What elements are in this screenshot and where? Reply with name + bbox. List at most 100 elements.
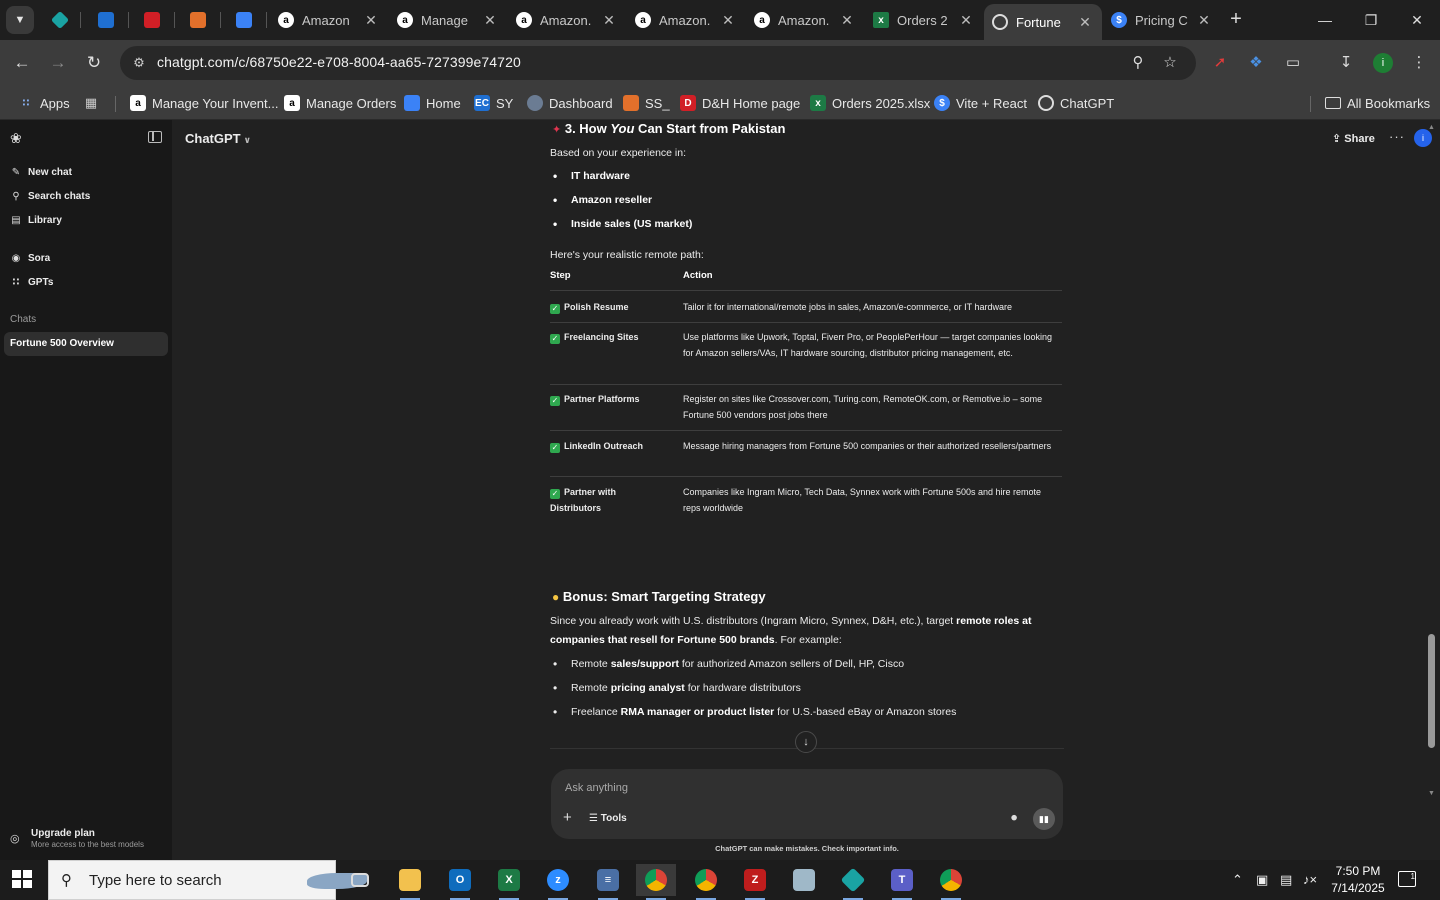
scroll-up-arrow-icon[interactable]: ▲ (1428, 124, 1435, 131)
bookmark-manage-inventory[interactable]: a Manage Your Invent... (130, 92, 278, 114)
notifications-icon[interactable]: 1 (1398, 871, 1416, 887)
tools-button[interactable]: ☰ Tools (589, 813, 627, 824)
bookmark-chatgpt[interactable]: ChatGPT (1038, 92, 1114, 114)
microphone-icon[interactable]: ⚫ (1009, 811, 1019, 825)
tab-search-chevron-icon[interactable]: ▼ (6, 6, 34, 34)
voice-mode-button[interactable]: ▮▮ (1033, 808, 1055, 830)
notes-icon[interactable] (784, 864, 824, 896)
chrome-icon[interactable] (636, 864, 676, 900)
chrome-profile-icon[interactable] (931, 864, 971, 900)
calculator-icon[interactable]: ≡ (588, 864, 628, 900)
meet-now-icon[interactable]: ▣ (1256, 872, 1268, 888)
task-view-icon[interactable] (340, 864, 380, 896)
extensions-puzzle-icon[interactable]: ▭ (1282, 52, 1304, 74)
pinned-tab-dh[interactable] (140, 8, 164, 32)
close-icon[interactable]: ✕ (719, 12, 737, 29)
bookmark-label: D&H Home page (702, 95, 801, 111)
filezilla-icon[interactable]: Z (735, 864, 775, 900)
reload-button[interactable]: ↻ (82, 51, 106, 75)
profile-avatar[interactable]: i (1373, 53, 1393, 73)
close-icon[interactable]: ✕ (481, 12, 499, 29)
bookmark-manage-orders[interactable]: a Manage Orders (284, 92, 396, 114)
teams-icon[interactable]: T (882, 864, 922, 900)
excel-icon[interactable]: X (489, 864, 529, 900)
forward-button[interactable]: → (46, 51, 70, 75)
bookmark-vite-react[interactable]: $ Vite + React (934, 92, 1027, 114)
bookmark-star-icon[interactable]: ☆ (1160, 53, 1180, 73)
chat-item-active[interactable]: Fortune 500 Overview (4, 332, 168, 356)
bookmark-home[interactable]: Home (404, 92, 461, 114)
pinned-tab-ec[interactable] (94, 8, 118, 32)
extension-blue-icon[interactable]: ❖ (1245, 52, 1267, 74)
scroll-to-bottom-button[interactable]: ↓ (795, 731, 817, 753)
close-icon[interactable]: ✕ (1076, 14, 1094, 31)
bookmark-orders-2025[interactable]: x Orders 2025.xlsx (810, 92, 930, 114)
close-icon[interactable]: ✕ (957, 12, 975, 29)
close-window-button[interactable]: ✕ (1394, 8, 1440, 32)
tab-orders[interactable]: x Orders 2 ✕ (865, 4, 983, 36)
tab-fortune-active[interactable]: Fortune ✕ (984, 4, 1102, 40)
user-avatar[interactable]: i (1414, 129, 1432, 147)
tab-amazon-2[interactable]: a Amazon. ✕ (508, 4, 626, 36)
show-hidden-icons-icon[interactable]: ⌃ (1232, 872, 1243, 888)
sidebar-item-new-chat[interactable]: ✎ New chat (10, 163, 72, 181)
bookmark-ss[interactable]: SS_ (623, 92, 670, 114)
all-bookmarks-button[interactable]: All Bookmarks (1325, 92, 1430, 114)
chrome-menu-icon[interactable]: ⋮ (1408, 52, 1430, 74)
tab-pricing[interactable]: $ Pricing C ✕ (1103, 4, 1221, 36)
close-icon[interactable]: ✕ (1195, 12, 1213, 29)
sidebar-toggle-icon[interactable] (148, 131, 162, 143)
volume-muted-icon[interactable]: ♪× (1303, 872, 1317, 887)
outlook-icon[interactable]: O (440, 864, 480, 900)
tab-manage[interactable]: a Manage ✕ (389, 4, 507, 36)
tab-amazon-1[interactable]: a Amazon ✕ (270, 4, 388, 36)
chatgpt-logo-icon[interactable]: ❀ (10, 130, 26, 146)
model-selector[interactable]: ChatGPT ∨ (185, 131, 251, 146)
share-button[interactable]: ⇪ Share (1332, 132, 1375, 145)
message-composer[interactable]: Ask anything + ☰ Tools ⚫ ▮▮ (551, 769, 1063, 839)
sidebar-item-search-chats[interactable]: ⚲ Search chats (10, 187, 90, 205)
downloads-icon[interactable]: ↧ (1335, 52, 1357, 74)
back-button[interactable]: ← (10, 51, 34, 75)
network-icon[interactable]: ▤ (1280, 872, 1292, 888)
close-icon[interactable]: ✕ (362, 12, 380, 29)
zoom-icon[interactable]: z (538, 864, 578, 900)
zoom-icon[interactable]: ⚲ (1128, 53, 1148, 73)
sidebar-item-gpts[interactable]: ∷ GPTs (10, 273, 54, 291)
sidebar-item-sora[interactable]: ◉ Sora (10, 249, 51, 267)
close-icon[interactable]: ✕ (600, 12, 618, 29)
windows-start-icon[interactable] (12, 870, 34, 890)
tab-amazon-4[interactable]: a Amazon. ✕ (746, 4, 864, 36)
chrome-icon[interactable] (686, 864, 726, 900)
more-options-icon[interactable]: ··· (1389, 129, 1405, 144)
bookmark-label: All Bookmarks (1347, 95, 1431, 111)
minimize-button[interactable]: — (1302, 8, 1348, 32)
taskbar-search-placeholder[interactable]: Type here to search (89, 872, 222, 889)
add-attachment-icon[interactable]: + (563, 809, 572, 826)
sidebar-item-library[interactable]: ▤ Library (10, 211, 62, 229)
scrollbar-thumb[interactable] (1428, 634, 1435, 748)
tab-groups-button[interactable]: ▦ (83, 92, 105, 114)
prompt-input[interactable]: Ask anything (565, 782, 628, 794)
teal-diamond-icon[interactable] (833, 864, 873, 900)
site-info-icon[interactable]: ⚙ (130, 54, 148, 72)
address-bar[interactable]: ⚙ chatgpt.com/c/68750e22-e708-8004-aa65-… (120, 46, 1196, 80)
pinned-tab-doc[interactable] (232, 8, 256, 32)
bookmark-dashboard[interactable]: Dashboard (527, 92, 613, 114)
system-clock[interactable]: 7:50 PM 7/14/2025 (1326, 863, 1390, 897)
pinned-tab-teal[interactable] (48, 8, 72, 32)
bookmark-dh-home[interactable]: D D&H Home page (680, 92, 800, 114)
upgrade-plan-button[interactable]: ◎ Upgrade plan More access to the best m… (10, 828, 144, 849)
file-explorer-icon[interactable] (390, 864, 430, 900)
new-tab-button[interactable]: + (1224, 8, 1248, 32)
close-icon[interactable]: ✕ (838, 12, 856, 29)
extension-red-icon[interactable]: ➚ (1209, 52, 1231, 74)
taskbar-search[interactable]: ⚲ Type here to search (48, 860, 367, 900)
url-text[interactable]: chatgpt.com/c/68750e22-e708-8004-aa65-72… (157, 54, 521, 70)
scroll-down-arrow-icon[interactable]: ▼ (1428, 790, 1435, 797)
tab-amazon-3[interactable]: a Amazon. ✕ (627, 4, 745, 36)
restore-button[interactable]: ❐ (1348, 8, 1394, 32)
bookmark-apps[interactable]: ∷ Apps (18, 92, 70, 114)
bookmark-sy[interactable]: EC SY (474, 92, 513, 114)
pinned-tab-stack[interactable] (186, 8, 210, 32)
